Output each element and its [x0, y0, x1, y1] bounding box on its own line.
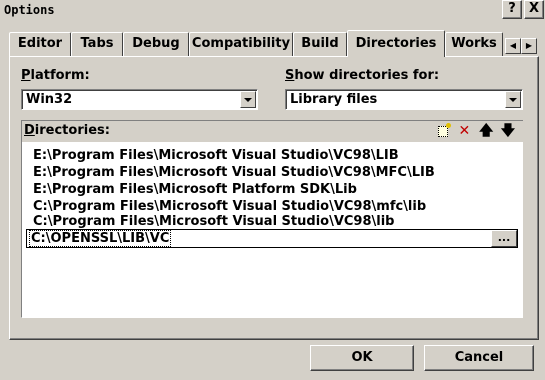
directory-edit-field[interactable]: C:\OPENSSL\LIB\VC — [28, 230, 172, 247]
chevron-down-icon[interactable] — [505, 91, 521, 108]
tab-scroll-left-icon[interactable]: ◀ — [505, 38, 521, 54]
show-directories-label: Show directories for: — [285, 68, 440, 83]
ok-button[interactable]: OK — [310, 345, 414, 371]
platform-label: Platform: — [21, 68, 90, 83]
tab-directories[interactable]: Directories — [347, 30, 445, 57]
directories-header: Directories: ✕ 🡅 🡇 — [21, 120, 523, 142]
new-folder-icon[interactable] — [434, 122, 452, 139]
show-directories-value: Library files — [290, 92, 378, 107]
move-up-icon[interactable]: 🡅 — [477, 123, 495, 139]
tab-workspace[interactable]: Works — [445, 32, 503, 56]
tab-tabs[interactable]: Tabs — [71, 32, 123, 56]
directory-edit-row: C:\OPENSSL\LIB\VC ... — [26, 229, 518, 248]
list-item[interactable]: E:\Program Files\Microsoft Platform SDK\… — [33, 181, 357, 198]
platform-select[interactable]: Win32 — [21, 89, 258, 110]
list-item[interactable]: C:\Program Files\Microsoft Visual Studio… — [33, 198, 426, 215]
browse-button[interactable]: ... — [491, 230, 517, 247]
title-bar: Options ? X — [0, 0, 545, 22]
list-item[interactable]: E:\Program Files\Microsoft Visual Studio… — [33, 164, 435, 181]
directories-label: Directories: — [24, 123, 110, 138]
tab-scroll-right-icon[interactable]: ▶ — [521, 38, 537, 54]
options-dialog: Options ? X Editor Tabs Debug Compatibil… — [0, 0, 545, 380]
delete-icon[interactable]: ✕ — [455, 123, 473, 139]
list-item[interactable]: E:\Program Files\Microsoft Visual Studio… — [33, 147, 399, 164]
help-button[interactable]: ? — [502, 0, 522, 19]
platform-value: Win32 — [26, 92, 73, 107]
move-down-icon[interactable]: 🡇 — [499, 123, 517, 139]
tab-compatibility[interactable]: Compatibility — [189, 32, 293, 56]
chevron-down-icon[interactable] — [240, 91, 256, 108]
cancel-button[interactable]: Cancel — [424, 345, 534, 371]
list-item[interactable]: C:\Program Files\Microsoft Visual Studio… — [33, 215, 395, 228]
tab-build[interactable]: Build — [293, 32, 347, 56]
tab-strip: Editor Tabs Debug Compatibility Build Di… — [9, 30, 539, 57]
show-directories-select[interactable]: Library files — [285, 89, 523, 110]
window-title: Options — [4, 3, 55, 17]
tab-debug[interactable]: Debug — [123, 32, 189, 56]
tab-editor[interactable]: Editor — [9, 32, 71, 56]
directories-toolbar: ✕ 🡅 🡇 — [434, 122, 517, 141]
close-button[interactable]: X — [524, 0, 544, 19]
